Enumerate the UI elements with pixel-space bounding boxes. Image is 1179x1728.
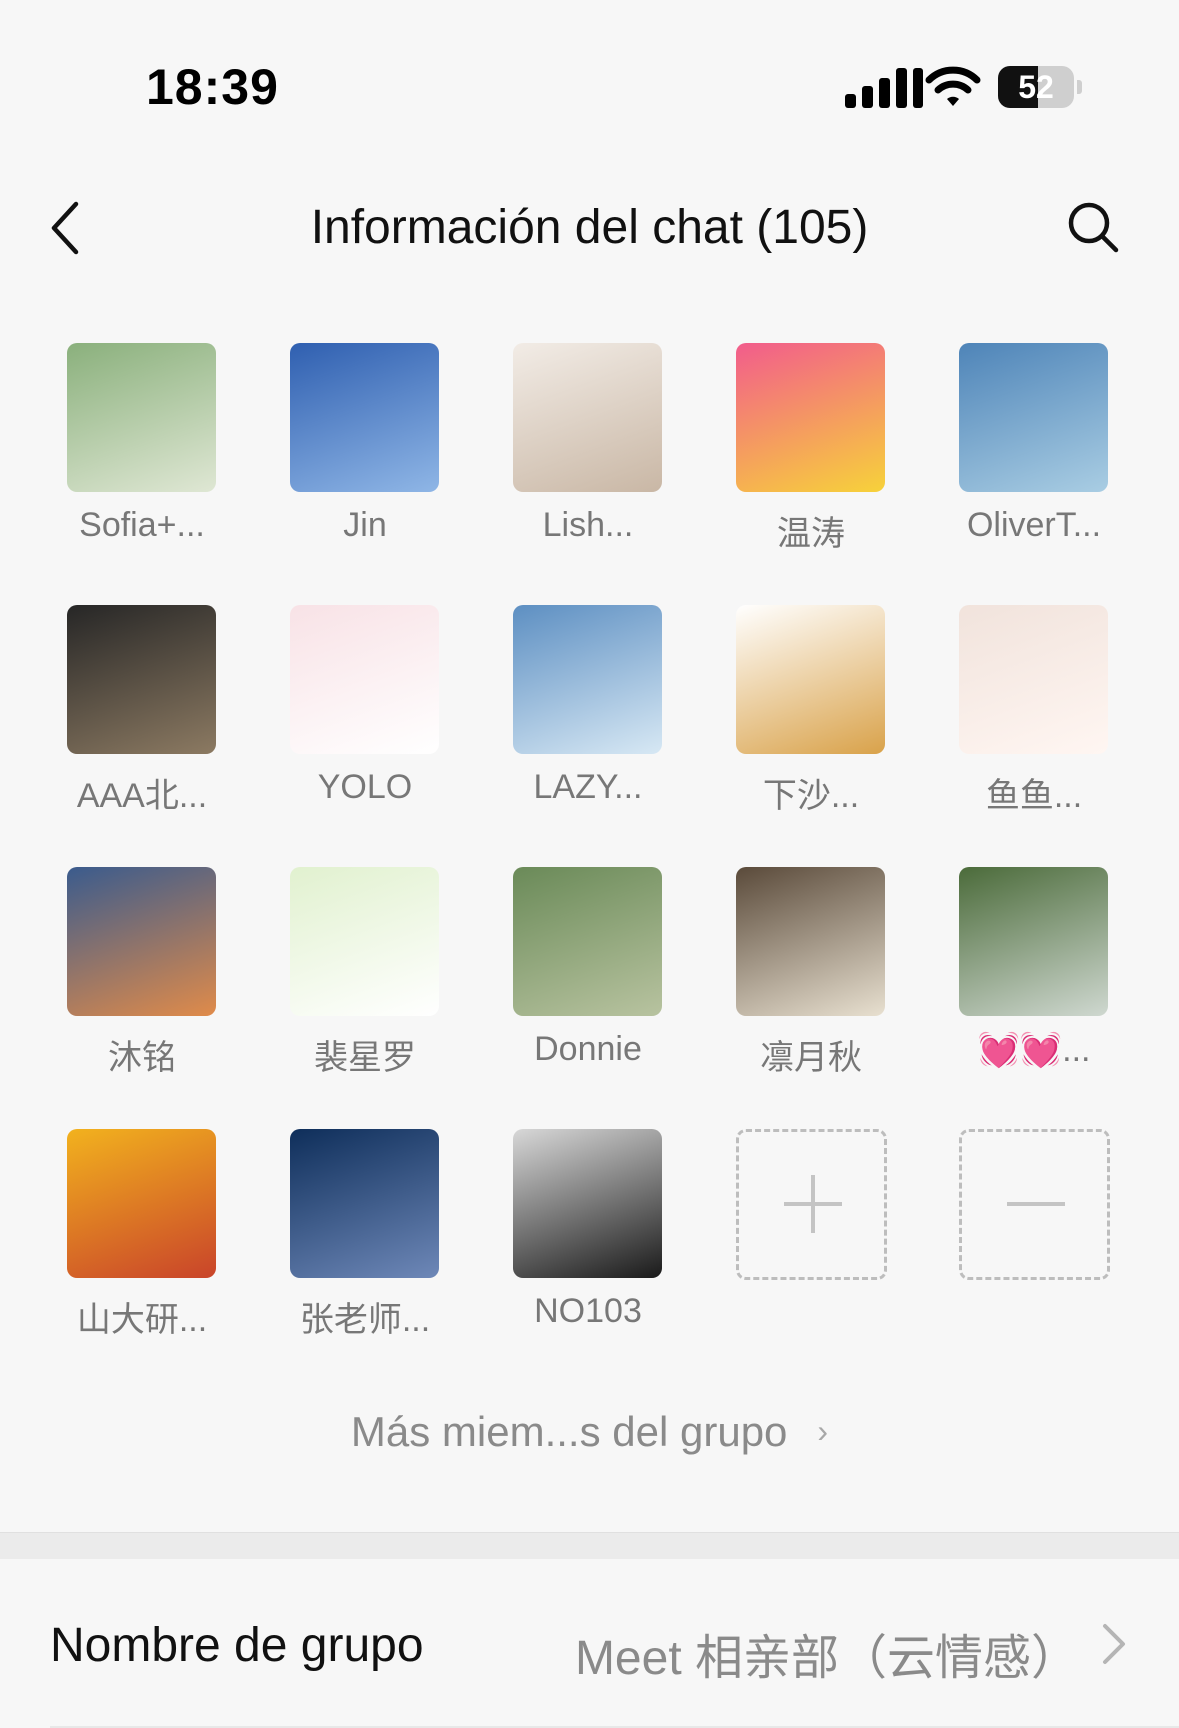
avatar [959, 867, 1108, 1016]
section-divider [0, 1532, 1179, 1559]
battery-tip [1077, 80, 1082, 94]
member-item[interactable]: Lish... [470, 340, 694, 580]
member-item[interactable]: 山大研... [24, 1126, 248, 1366]
member-name: NO103 [534, 1292, 642, 1330]
battery-icon: 52 [998, 66, 1074, 108]
member-name: YOLO [317, 768, 413, 806]
avatar [959, 605, 1108, 754]
member-name: Lish... [542, 506, 634, 544]
avatar [513, 605, 662, 754]
battery-level: 52 [1018, 69, 1054, 105]
member-name: OliverT... [966, 506, 1102, 544]
avatar [736, 605, 885, 754]
member-item[interactable]: AAA北... [24, 602, 248, 842]
plus-icon [736, 1129, 887, 1280]
chevron-right-icon: › [817, 1413, 829, 1449]
member-item[interactable]: 裴星罗 [247, 864, 471, 1104]
page-title: Información del chat (105) [310, 201, 869, 254]
member-name: 沐铭 [108, 1039, 176, 1077]
member-item[interactable]: NO103 [470, 1126, 694, 1366]
more-members-label: Más miem...s del grupo [350, 1408, 788, 1455]
member-name: 山大研... [76, 1301, 208, 1339]
cellular-signal-icon [845, 66, 927, 108]
member-name: 💓💓... [977, 1031, 1091, 1069]
avatar [736, 343, 885, 492]
avatar [959, 343, 1108, 492]
avatar [290, 1129, 439, 1278]
member-name: LAZY... [533, 768, 643, 806]
group-name-value: Meet 相亲部（云情感） [574, 1632, 1079, 1685]
member-item[interactable]: Donnie [470, 864, 694, 1104]
group-name-row[interactable]: Nombre de grupo Meet 相亲部（云情感） [0, 1560, 1179, 1728]
member-name: 下沙... [762, 777, 860, 815]
avatar [290, 605, 439, 754]
wifi-icon [925, 66, 981, 106]
member-name: 凛月秋 [760, 1039, 862, 1077]
avatar [736, 867, 885, 1016]
add-member-button[interactable] [693, 1126, 917, 1366]
member-name: Sofia+... [79, 506, 205, 544]
status-bar: 18:39 52 [0, 0, 1179, 170]
member-name: AAA北... [76, 777, 208, 815]
member-name: Jin [343, 506, 387, 544]
minus-icon [959, 1129, 1110, 1280]
avatar [513, 343, 662, 492]
group-name-label: Nombre de grupo [50, 1619, 424, 1672]
member-item[interactable]: 鱼鱼... [916, 602, 1140, 842]
member-item[interactable]: LAZY... [470, 602, 694, 842]
member-item[interactable]: OliverT... [916, 340, 1140, 580]
avatar [513, 867, 662, 1016]
avatar [67, 343, 216, 492]
member-name: 鱼鱼... [985, 777, 1083, 815]
member-item[interactable]: YOLO [247, 602, 471, 842]
remove-member-button[interactable] [916, 1126, 1140, 1366]
avatar [67, 605, 216, 754]
member-name: 张老师... [299, 1301, 431, 1339]
member-item[interactable]: Jin [247, 340, 471, 580]
member-item[interactable]: 张老师... [247, 1126, 471, 1366]
member-item[interactable]: 💓💓... [916, 864, 1140, 1104]
avatar [290, 343, 439, 492]
member-name: Donnie [534, 1030, 642, 1068]
more-members-link[interactable]: Más miem...s del grupo › [0, 1408, 1179, 1456]
member-item[interactable]: Sofia+... [24, 340, 248, 580]
avatar [290, 867, 439, 1016]
search-icon[interactable] [1066, 200, 1120, 254]
member-item[interactable]: 凛月秋 [693, 864, 917, 1104]
status-time: 18:39 [146, 59, 279, 115]
avatar [513, 1129, 662, 1278]
avatar [67, 867, 216, 1016]
member-item[interactable]: 下沙... [693, 602, 917, 842]
avatar [67, 1129, 216, 1278]
member-item[interactable]: 温涛 [693, 340, 917, 580]
member-name: 温涛 [777, 515, 845, 553]
member-item[interactable]: 沐铭 [24, 864, 248, 1104]
chevron-right-icon [1103, 1624, 1125, 1664]
member-name: 裴星罗 [314, 1039, 416, 1077]
